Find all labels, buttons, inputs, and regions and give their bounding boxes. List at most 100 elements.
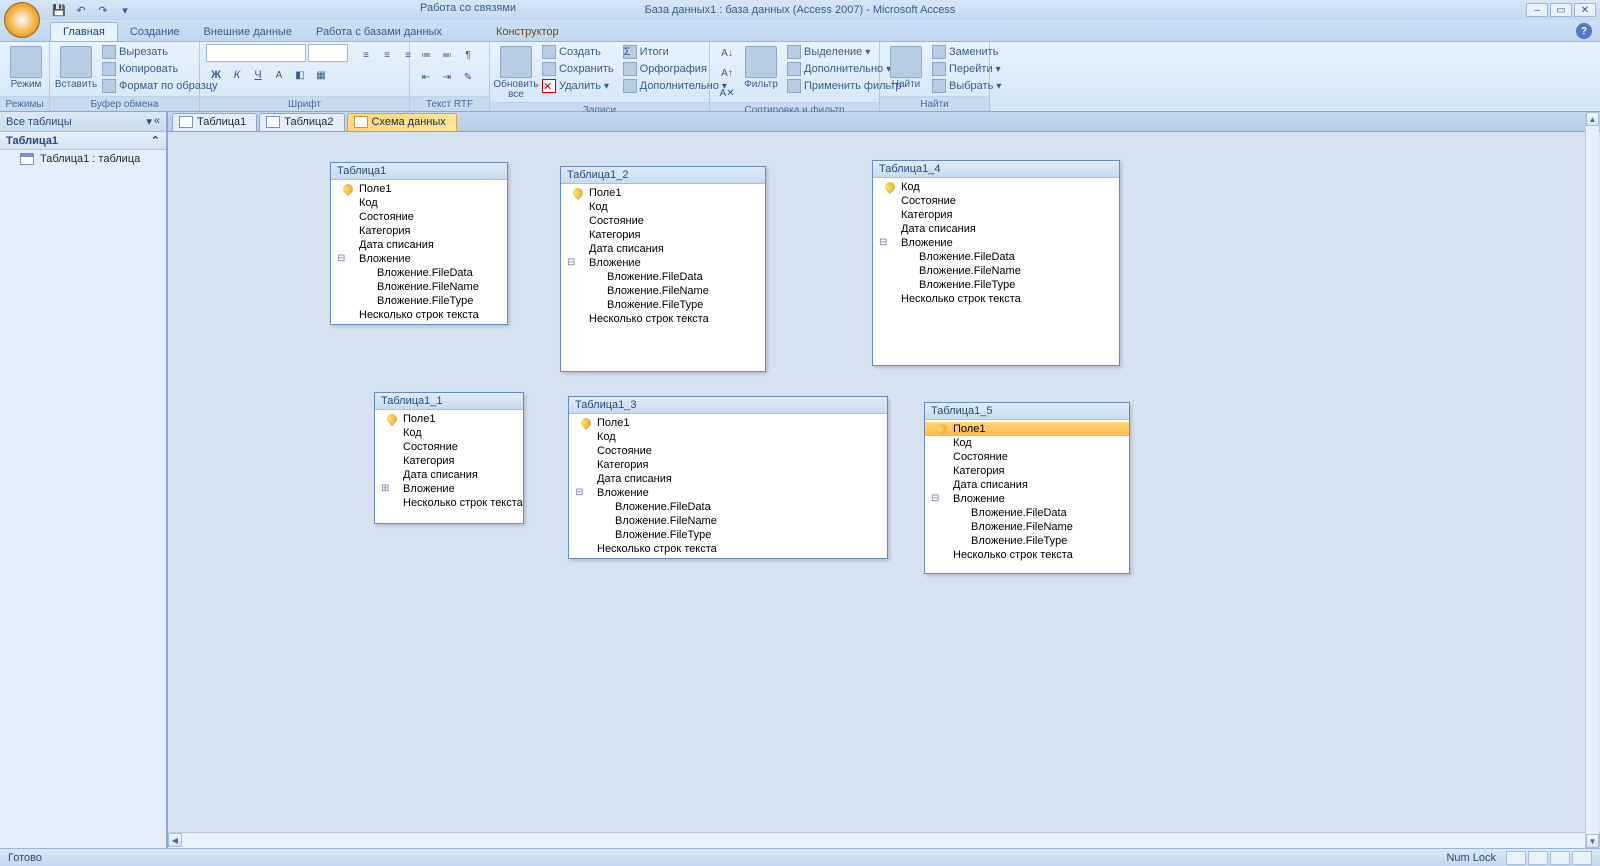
- table-field[interactable]: Поле1: [569, 416, 887, 430]
- chevron-down-icon[interactable]: ▾: [146, 115, 152, 128]
- table-field[interactable]: Вложение: [873, 236, 1119, 250]
- table-box[interactable]: Таблица1_3Поле1КодСостояниеКатегорияДата…: [568, 396, 888, 559]
- table-box[interactable]: Таблица1_1Поле1КодСостояниеКатегорияДата…: [374, 392, 524, 524]
- fill-color-button[interactable]: ◧: [290, 66, 310, 84]
- table-field[interactable]: Состояние: [331, 210, 507, 224]
- align-left-button[interactable]: ≡: [356, 46, 376, 64]
- table-field[interactable]: Вложение.FileType: [569, 528, 887, 542]
- table-field[interactable]: Категория: [375, 454, 523, 468]
- hscroll-track[interactable]: [182, 833, 1586, 848]
- table-box[interactable]: Таблица1_4 КодСостояниеКатегорияДата спис…: [872, 160, 1120, 366]
- table-field[interactable]: Дата списания: [925, 478, 1129, 492]
- nav-header[interactable]: Все таблицы ▾«: [0, 112, 166, 132]
- table-field[interactable]: Вложение.FileName: [561, 284, 765, 298]
- italic-button[interactable]: К: [227, 66, 247, 84]
- filter-button[interactable]: Фильтр: [741, 44, 781, 92]
- select-button[interactable]: Выбрать ▾: [929, 78, 1004, 94]
- table-field[interactable]: Состояние: [375, 440, 523, 454]
- refresh-all-button[interactable]: Обновить все: [496, 44, 536, 102]
- view-btn-2[interactable]: [1528, 851, 1548, 865]
- table-box-header[interactable]: Таблица1_4: [873, 161, 1119, 178]
- table-field[interactable]: Вложение.FileData: [569, 500, 887, 514]
- table-box-header[interactable]: Таблица1_5: [925, 403, 1129, 420]
- table-field[interactable]: Несколько строк текста: [569, 542, 887, 556]
- align-right-button[interactable]: ≡: [398, 46, 418, 64]
- doc-tab-table1[interactable]: Таблица1: [172, 113, 257, 131]
- replace-button[interactable]: Заменить: [929, 44, 1004, 60]
- table-field[interactable]: Поле1: [925, 422, 1129, 436]
- table-field[interactable]: Код: [331, 196, 507, 210]
- table-field[interactable]: Вложение.FileName: [331, 280, 507, 294]
- nav-group-header[interactable]: Таблица1 ⌃: [0, 132, 166, 150]
- table-field[interactable]: Вложение.FileData: [561, 270, 765, 284]
- table-field[interactable]: Вложение.FileName: [925, 520, 1129, 534]
- table-field[interactable]: Вложение.FileData: [873, 250, 1119, 264]
- doc-tab-relationships[interactable]: Схема данных: [347, 113, 457, 131]
- table-box-header[interactable]: Таблица1_1: [375, 393, 523, 410]
- table-field[interactable]: Состояние: [873, 194, 1119, 208]
- table-field[interactable]: Код: [925, 436, 1129, 450]
- save-icon[interactable]: 💾: [50, 1, 68, 19]
- tab-external-data[interactable]: Внешние данные: [192, 23, 304, 41]
- redo-icon[interactable]: ↷: [94, 1, 112, 19]
- scroll-left-button[interactable]: ◀: [168, 833, 182, 847]
- table-field[interactable]: Вложение.FileType: [925, 534, 1129, 548]
- table-field[interactable]: Дата списания: [569, 472, 887, 486]
- table-field[interactable]: Дата списания: [331, 238, 507, 252]
- table-box[interactable]: Таблица1_2Поле1КодСостояниеКатегорияДата…: [560, 166, 766, 372]
- table-field[interactable]: Вложение: [375, 482, 523, 496]
- goto-button[interactable]: Перейти ▾: [929, 61, 1004, 77]
- gridlines-button[interactable]: ▦: [311, 66, 331, 84]
- table-box-header[interactable]: Таблица1: [331, 163, 507, 180]
- view-btn-1[interactable]: [1506, 851, 1526, 865]
- table-field[interactable]: Категория: [331, 224, 507, 238]
- view-btn-3[interactable]: [1550, 851, 1570, 865]
- underline-button[interactable]: Ч: [248, 66, 268, 84]
- table-field[interactable]: Категория: [873, 208, 1119, 222]
- table-field[interactable]: Вложение: [561, 256, 765, 270]
- vertical-scrollbar[interactable]: ▲ ▼: [1585, 112, 1599, 848]
- close-button[interactable]: ✕: [1574, 3, 1596, 17]
- office-button[interactable]: [4, 2, 40, 38]
- scroll-track[interactable]: [1586, 126, 1599, 834]
- table-field[interactable]: Состояние: [925, 450, 1129, 464]
- tab-designer[interactable]: Конструктор: [484, 23, 571, 41]
- sort-asc-button[interactable]: A↓: [716, 44, 738, 62]
- table-field[interactable]: Несколько строк текста: [561, 312, 765, 326]
- scroll-up-button[interactable]: ▲: [1586, 112, 1599, 126]
- delete-record-button[interactable]: ✕Удалить ▾: [539, 78, 617, 94]
- table-field[interactable]: Вложение: [569, 486, 887, 500]
- bold-button[interactable]: Ж: [206, 66, 226, 84]
- table-field[interactable]: Код: [375, 426, 523, 440]
- table-field[interactable]: Вложение.FileType: [331, 294, 507, 308]
- collapse-group-icon[interactable]: ⌃: [151, 134, 160, 147]
- table-field[interactable]: Код: [569, 430, 887, 444]
- maximize-button[interactable]: ▭: [1550, 3, 1572, 17]
- align-center-button[interactable]: ≡: [377, 46, 397, 64]
- undo-icon[interactable]: ↶: [72, 1, 90, 19]
- table-field[interactable]: Код: [561, 200, 765, 214]
- table-field[interactable]: Вложение.FileData: [331, 266, 507, 280]
- tab-create[interactable]: Создание: [118, 23, 192, 41]
- find-button[interactable]: Найти: [886, 44, 926, 92]
- new-record-button[interactable]: Создать: [539, 44, 617, 60]
- table-field[interactable]: Несколько строк текста: [873, 292, 1119, 306]
- highlight-button[interactable]: ✎: [458, 68, 478, 86]
- text-dir-button[interactable]: ¶: [458, 46, 478, 64]
- table-field[interactable]: Несколько строк текста: [925, 548, 1129, 562]
- table-field[interactable]: Вложение.FileName: [873, 264, 1119, 278]
- tab-database-tools[interactable]: Работа с базами данных: [304, 23, 454, 41]
- scroll-down-button[interactable]: ▼: [1586, 834, 1599, 848]
- table-box[interactable]: Таблица1_5Поле1КодСостояниеКатегорияДата…: [924, 402, 1130, 574]
- table-box-header[interactable]: Таблица1_2: [561, 167, 765, 184]
- tab-home[interactable]: Главная: [50, 22, 118, 41]
- table-field[interactable]: Несколько строк текста: [331, 308, 507, 322]
- paste-button[interactable]: Вставить: [56, 44, 96, 92]
- table-box[interactable]: Таблица1Поле1КодСостояниеКатегорияДата с…: [330, 162, 508, 325]
- table-box-header[interactable]: Таблица1_3: [569, 397, 887, 414]
- table-field[interactable]: Вложение.FileData: [925, 506, 1129, 520]
- numbering-button[interactable]: ≕: [437, 46, 457, 64]
- doc-tab-table2[interactable]: Таблица2: [259, 113, 344, 131]
- table-field[interactable]: Дата списания: [873, 222, 1119, 236]
- table-field[interactable]: Код: [873, 180, 1119, 194]
